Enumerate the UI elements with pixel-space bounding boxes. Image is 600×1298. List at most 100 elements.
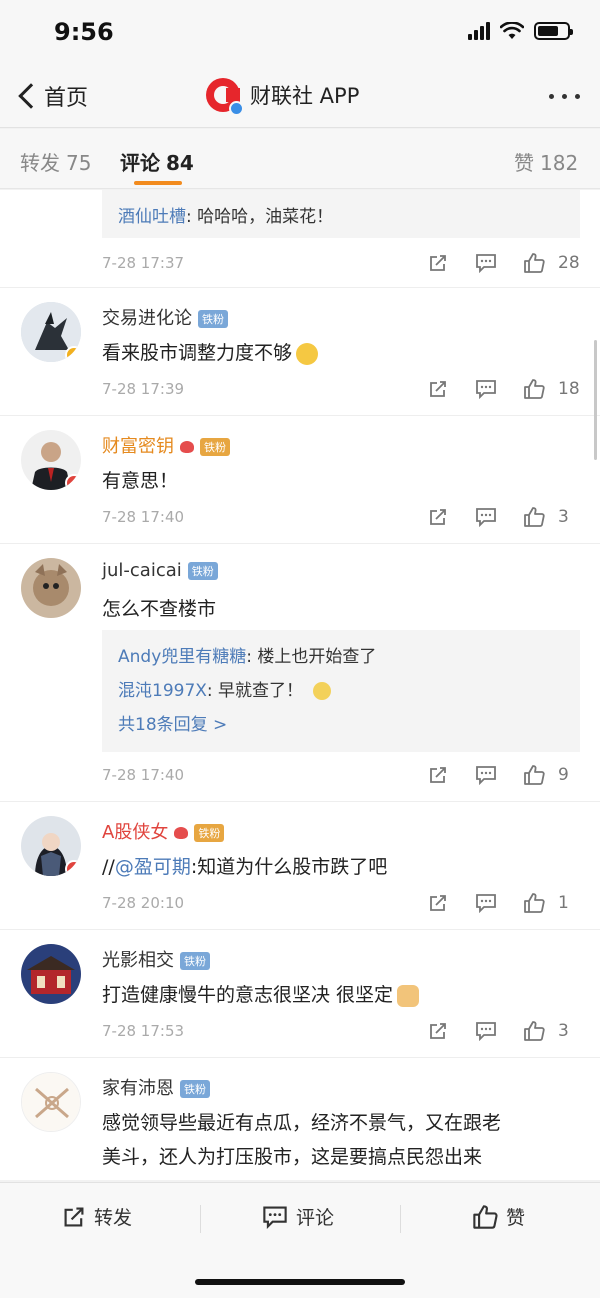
avatar[interactable] — [21, 816, 81, 876]
like-icon[interactable] — [514, 376, 554, 402]
thumbs-up-emoji-icon — [397, 984, 420, 1007]
back-button[interactable]: 首页 — [14, 80, 88, 112]
verified-badge-icon — [65, 346, 81, 362]
avatar[interactable] — [21, 430, 81, 490]
active-tab-indicator — [134, 181, 182, 185]
bottom-action-bar: 转发 评论 赞 — [0, 1182, 600, 1298]
comment-date: 7-28 17:40 — [102, 508, 185, 526]
share-icon[interactable] — [418, 1018, 458, 1044]
heart-icon — [174, 827, 189, 839]
reply-icon[interactable] — [466, 762, 506, 788]
comment-text: 看来股市调整力度不够 — [102, 338, 319, 365]
status-time: 9:56 — [54, 18, 114, 46]
comment-author[interactable]: jul-caicai 铁粉 — [102, 560, 218, 581]
fan-badge: 铁粉 — [187, 562, 218, 580]
like-button[interactable]: 赞 — [472, 1203, 525, 1230]
comment-text-line: 感觉领导些最近有点瓜，经济不景气，又在跟老 — [102, 1112, 502, 1134]
share-icon — [64, 1207, 84, 1226]
comment-button[interactable]: 评论 — [262, 1203, 334, 1230]
tab-comments[interactable]: 评论 84 — [120, 147, 194, 176]
back-label: 首页 — [44, 86, 89, 111]
status-icons — [468, 22, 573, 40]
like-icon[interactable] — [514, 890, 554, 916]
nav-title: 财联社 APP — [250, 84, 360, 108]
comment-actions: 3 — [410, 1018, 580, 1044]
comment-actions: 28 — [410, 250, 580, 276]
reply-icon[interactable] — [466, 250, 506, 276]
comment-item: 光影相交 铁粉 打造健康慢牛的意志很坚决 很坚定 7-28 17:53 3 — [0, 930, 600, 1058]
comment-date: 7-28 17:53 — [102, 1022, 185, 1040]
repost-button[interactable]: 转发 — [62, 1203, 132, 1230]
comment-item: A股侠女 铁粉 //@盈可期:知道为什么股市跌了吧 7-28 20:10 1 — [0, 802, 600, 930]
comment-actions: 1 — [410, 890, 580, 916]
like-icon[interactable] — [514, 504, 554, 530]
fan-badge: 铁粉 — [180, 952, 210, 970]
comment-item: jul-caicai 铁粉 怎么不查楼市 Andy兜里有糖糖: 楼上也开始查了 混… — [0, 544, 600, 802]
comment-icon — [263, 1205, 287, 1229]
avatar[interactable] — [21, 1072, 81, 1132]
verified-badge-icon — [65, 474, 81, 490]
cls-logo-icon — [206, 78, 244, 116]
share-icon[interactable] — [418, 504, 458, 530]
comment-date: 7-28 17:39 — [102, 380, 185, 398]
comment-item: 财富密钥 铁粉 有意思！ 7-28 17:40 3 — [0, 416, 600, 544]
cellular-signal-icon — [468, 22, 490, 40]
like-count: 28 — [558, 253, 580, 273]
wifi-icon — [500, 22, 524, 39]
comment-text: 怎么不查楼市 — [102, 598, 217, 620]
reply-icon[interactable] — [466, 1018, 506, 1044]
comment-author[interactable]: 光影相交 铁粉 — [102, 946, 210, 972]
like-icon[interactable] — [514, 762, 554, 788]
battery-icon — [534, 22, 573, 40]
reply-icon[interactable] — [466, 376, 506, 402]
comment-text: 有意思！ — [102, 470, 179, 492]
verified-badge-icon — [229, 101, 244, 116]
avatar[interactable] — [21, 302, 81, 362]
comment-date: 7-28 17:40 — [102, 766, 185, 784]
emoji-icon — [313, 682, 332, 700]
more-replies-link[interactable]: 共18条回复 > — [118, 710, 227, 735]
divider — [200, 1205, 201, 1233]
reply-box[interactable]: 酒仙吐槽: 哈哈哈，油菜花！ — [102, 190, 580, 238]
like-count: 1 — [558, 893, 569, 913]
comment-actions: 3 — [410, 504, 580, 530]
like-count: 3 — [558, 507, 569, 527]
nav-bar: 首页 财联社 APP — [0, 66, 600, 128]
avatar[interactable] — [21, 944, 81, 1004]
heart-icon — [180, 441, 194, 453]
comment-item: 交易进化论 铁粉 看来股市调整力度不够 7-28 17:39 18 — [0, 288, 600, 416]
avatar[interactable] — [21, 558, 81, 618]
comment-author[interactable]: 家有沛恩 铁粉 — [102, 1074, 210, 1100]
reply-icon[interactable] — [466, 504, 506, 530]
home-indicator[interactable] — [195, 1279, 405, 1285]
like-icon[interactable] — [514, 1018, 554, 1044]
comment-author[interactable]: 财富密钥 铁粉 — [102, 432, 230, 458]
verified-badge-icon — [65, 860, 81, 876]
reply-box[interactable]: Andy兜里有糖糖: 楼上也开始查了 混沌1997X: 早就查了！ 共18条回复… — [102, 630, 580, 752]
tab-bar: 转发 75 评论 84 赞 182 — [0, 129, 600, 189]
comment-author[interactable]: 交易进化论 铁粉 — [102, 304, 228, 330]
scrollbar[interactable] — [594, 340, 597, 460]
tab-repost[interactable]: 转发 75 — [20, 147, 91, 176]
share-icon[interactable] — [418, 376, 458, 402]
share-icon[interactable] — [418, 762, 458, 788]
chevron-left-icon — [18, 83, 44, 109]
share-icon[interactable] — [418, 890, 458, 916]
reply-icon[interactable] — [466, 890, 506, 916]
comment-item: 家有沛恩 铁粉 感觉领导些最近有点瓜，经济不景气，又在跟老 美斗，还人为打压股市，… — [0, 1058, 600, 1180]
fan-badge: 铁粉 — [200, 438, 230, 456]
more-button[interactable] — [549, 94, 580, 99]
tab-likes[interactable]: 赞 182 — [514, 147, 578, 176]
like-icon[interactable] — [514, 250, 554, 276]
comment-author[interactable]: A股侠女 铁粉 — [102, 818, 225, 844]
comment-text-line: 美斗，还人为打压股市，这是要搞点民怨出来 — [102, 1146, 483, 1168]
fan-badge: 铁粉 — [194, 824, 225, 842]
share-icon[interactable] — [418, 250, 458, 276]
reply-line: 酒仙吐槽: 哈哈哈，油菜花！ — [118, 207, 334, 227]
like-count: 3 — [558, 1021, 569, 1041]
comment-list[interactable]: 酒仙吐槽: 哈哈哈，油菜花！ 7-28 17:37 28 交易进化论 铁粉 看来股… — [0, 190, 600, 1180]
nav-title-group[interactable]: 财联社 APP — [206, 78, 360, 116]
mention-link[interactable]: @盈可期 — [115, 856, 191, 878]
divider — [400, 1205, 401, 1233]
like-count: 9 — [558, 765, 569, 785]
